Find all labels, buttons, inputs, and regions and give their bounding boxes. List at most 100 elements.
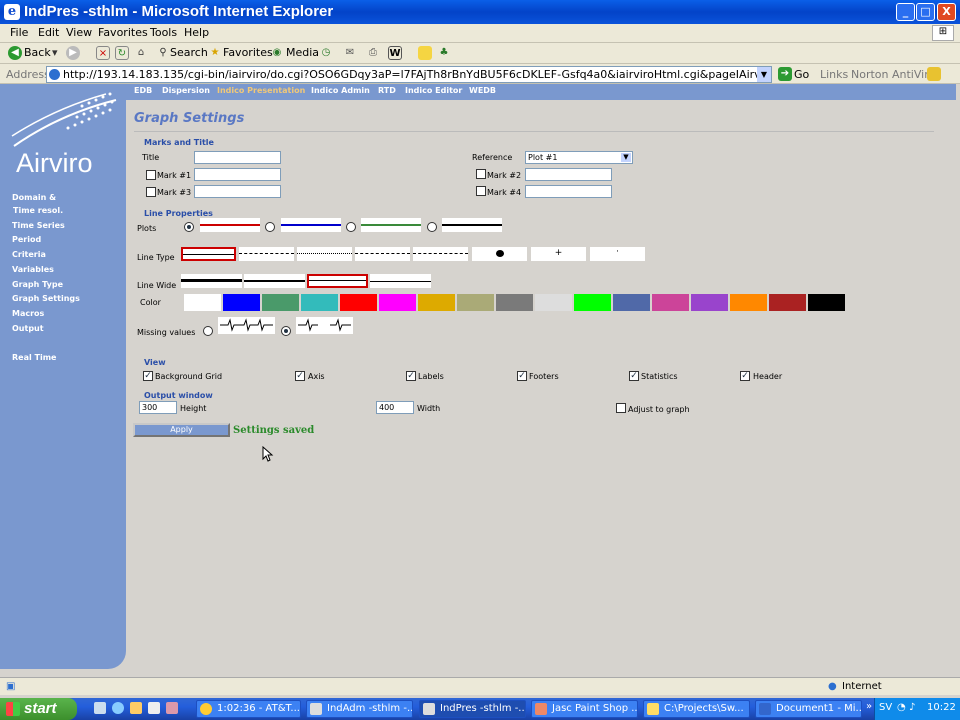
header-checkbox[interactable]: ✓ xyxy=(740,371,750,381)
apply-button[interactable]: Apply xyxy=(133,423,230,437)
stop-icon[interactable]: × xyxy=(96,46,110,60)
mark1-input[interactable] xyxy=(194,168,281,181)
adjust-to-graph-checkbox[interactable] xyxy=(616,403,626,413)
taskbar-item-paintshop[interactable]: Jasc Paint Shop ... xyxy=(531,700,638,718)
nav-indico-presentation[interactable]: Indico Presentation xyxy=(217,86,305,95)
norton-icon[interactable] xyxy=(927,67,941,81)
go-button[interactable]: Go xyxy=(794,68,809,81)
line-type-solid[interactable] xyxy=(181,247,236,261)
labels-checkbox[interactable]: ✓ xyxy=(406,371,416,381)
nav-indico-admin[interactable]: Indico Admin xyxy=(311,86,370,95)
line-wide-4[interactable] xyxy=(370,274,431,288)
height-input[interactable]: 300 xyxy=(139,401,177,414)
favorites-button[interactable]: Favorites xyxy=(223,46,273,59)
taskbar-item-indadm[interactable]: IndAdm -sthlm -... xyxy=(306,700,413,718)
minimize-button[interactable]: _ xyxy=(896,3,915,21)
sidebar-item-graph-settings[interactable]: Graph Settings xyxy=(12,294,80,303)
background-grid-checkbox[interactable]: ✓ xyxy=(143,371,153,381)
sidebar-item-real-time[interactable]: Real Time xyxy=(12,353,56,362)
color-swatch[interactable] xyxy=(262,294,299,311)
address-dropdown-icon[interactable]: ▼ xyxy=(757,67,771,82)
volume-icon[interactable]: ♪ xyxy=(909,702,915,713)
back-dropdown-icon[interactable]: ▾ xyxy=(52,46,58,59)
media-button[interactable]: Media xyxy=(286,46,319,59)
color-swatch[interactable] xyxy=(691,294,728,311)
mark3-input[interactable] xyxy=(194,185,281,198)
taskbar-item-document1[interactable]: Document1 - Mi... xyxy=(755,700,862,718)
plot4-radio[interactable] xyxy=(427,222,437,232)
missing-option1-radio[interactable] xyxy=(203,326,213,336)
menu-edit[interactable]: Edit xyxy=(38,26,59,39)
mark1-checkbox[interactable] xyxy=(146,170,156,180)
favorites-star-icon[interactable]: ★ xyxy=(208,46,222,60)
nav-indico-editor[interactable]: Indico Editor xyxy=(405,86,462,95)
line-type-dashdot[interactable] xyxy=(355,247,410,261)
quicklaunch-icon-4[interactable] xyxy=(148,702,160,714)
menu-help[interactable]: Help xyxy=(184,26,209,39)
media-icon[interactable]: ◉ xyxy=(270,46,284,60)
discuss-icon[interactable] xyxy=(418,46,432,60)
chevron-down-icon[interactable]: ▼ xyxy=(621,153,631,162)
color-swatch[interactable] xyxy=(574,294,611,311)
taskbar-item-indpres[interactable]: IndPres -sthlm -... xyxy=(419,700,526,718)
line-type-point[interactable]: · xyxy=(590,247,645,261)
color-swatch[interactable] xyxy=(184,294,221,311)
sidebar-item-domain[interactable]: Domain & xyxy=(12,193,56,202)
plot2-radio[interactable] xyxy=(265,222,275,232)
quicklaunch-icon-5[interactable] xyxy=(166,702,178,714)
go-arrow-icon[interactable]: ➔ xyxy=(778,67,792,81)
color-swatch[interactable] xyxy=(613,294,650,311)
plot3-radio[interactable] xyxy=(346,222,356,232)
line-type-dashdotdot[interactable] xyxy=(413,247,468,261)
back-button[interactable]: Back xyxy=(24,46,51,59)
sidebar-item-criteria[interactable]: Criteria xyxy=(12,250,46,259)
messenger-icon[interactable]: ♣ xyxy=(437,46,451,60)
home-icon[interactable]: ⌂ xyxy=(134,46,148,60)
missing-option2-radio[interactable] xyxy=(281,326,291,336)
history-icon[interactable]: ◷ xyxy=(319,46,333,60)
footers-checkbox[interactable]: ✓ xyxy=(517,371,527,381)
color-swatch[interactable] xyxy=(730,294,767,311)
width-input[interactable]: 400 xyxy=(376,401,414,414)
line-type-blob[interactable] xyxy=(472,247,527,261)
color-swatch[interactable] xyxy=(418,294,455,311)
title-input[interactable] xyxy=(194,151,281,164)
nav-edb[interactable]: EDB xyxy=(134,86,152,95)
quicklaunch-icon-3[interactable] xyxy=(130,702,142,714)
nav-wedb[interactable]: WEDB xyxy=(469,86,496,95)
address-input[interactable]: http://193.14.183.135/cgi-bin/iairviro/d… xyxy=(46,66,772,83)
line-type-dotted[interactable] xyxy=(297,247,352,261)
word-icon[interactable]: W xyxy=(388,46,402,60)
refresh-icon[interactable]: ↻ xyxy=(115,46,129,60)
mark2-input[interactable] xyxy=(525,168,612,181)
sidebar-item-macros[interactable]: Macros xyxy=(12,309,44,318)
color-swatch[interactable] xyxy=(808,294,845,311)
mark2-checkbox[interactable] xyxy=(476,169,486,179)
color-swatch[interactable] xyxy=(457,294,494,311)
print-icon[interactable]: ⎙ xyxy=(366,46,380,60)
maximize-button[interactable]: □ xyxy=(916,3,935,21)
ie-quicklaunch-icon[interactable] xyxy=(112,702,124,714)
taskbar-item-projects[interactable]: C:\Projects\Sw... xyxy=(643,700,750,718)
line-wide-3[interactable] xyxy=(307,274,368,288)
sidebar-item-period[interactable]: Period xyxy=(12,235,41,244)
mark3-checkbox[interactable] xyxy=(146,187,156,197)
start-button[interactable]: start xyxy=(0,698,77,720)
menu-tools[interactable]: Tools xyxy=(150,26,177,39)
color-swatch[interactable] xyxy=(223,294,260,311)
sidebar-item-variables[interactable]: Variables xyxy=(12,265,54,274)
sidebar-item-graph-type[interactable]: Graph Type xyxy=(12,280,63,289)
statistics-checkbox[interactable]: ✓ xyxy=(629,371,639,381)
forward-arrow-icon[interactable]: ▶ xyxy=(66,46,80,60)
line-wide-1[interactable] xyxy=(181,274,242,288)
color-swatch[interactable] xyxy=(301,294,338,311)
sidebar-item-output[interactable]: Output xyxy=(12,324,44,333)
mark4-checkbox[interactable] xyxy=(476,186,486,196)
color-swatch[interactable] xyxy=(769,294,806,311)
menu-favorites[interactable]: Favorites xyxy=(98,26,148,39)
color-swatch[interactable] xyxy=(652,294,689,311)
mail-icon[interactable]: ✉ xyxy=(343,46,357,60)
nav-dispersion[interactable]: Dispersion xyxy=(162,86,210,95)
color-swatch[interactable] xyxy=(340,294,377,311)
back-arrow-icon[interactable]: ◀ xyxy=(8,46,22,60)
